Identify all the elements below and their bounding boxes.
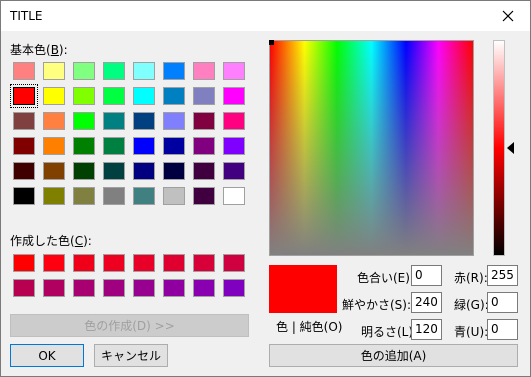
basic-color-swatch[interactable] xyxy=(193,62,215,80)
basic-color-swatch[interactable] xyxy=(43,62,65,80)
basic-color-swatch[interactable] xyxy=(133,62,155,80)
color-spectrum[interactable] xyxy=(269,40,474,256)
basic-color-swatch[interactable] xyxy=(133,162,155,180)
preview-label: 色 | 純色(O) xyxy=(276,320,343,334)
basic-color-swatch[interactable] xyxy=(43,187,65,205)
blue-field[interactable]: 0 xyxy=(487,319,518,340)
custom-color-swatch[interactable] xyxy=(43,254,65,272)
hue-field[interactable]: 0 xyxy=(411,265,442,286)
basic-color-swatch[interactable] xyxy=(103,112,125,130)
basic-color-swatch[interactable] xyxy=(73,62,95,80)
basic-color-swatch[interactable] xyxy=(73,187,95,205)
custom-color-swatch[interactable] xyxy=(193,279,215,297)
add-to-custom-colors-button[interactable]: 色の追加(A) xyxy=(269,344,518,367)
basic-color-swatch[interactable] xyxy=(163,187,185,205)
custom-color-swatch[interactable] xyxy=(193,254,215,272)
basic-color-swatch[interactable] xyxy=(133,112,155,130)
crosshair-icon xyxy=(269,40,274,45)
basic-color-swatch[interactable] xyxy=(133,87,155,105)
luminance-slider[interactable] xyxy=(493,40,505,256)
basic-color-swatch[interactable] xyxy=(43,137,65,155)
basic-color-swatch[interactable] xyxy=(103,187,125,205)
custom-color-swatch[interactable] xyxy=(163,254,185,272)
basic-color-swatch[interactable] xyxy=(163,87,185,105)
basic-color-swatch[interactable] xyxy=(193,87,215,105)
custom-color-swatch[interactable] xyxy=(103,254,125,272)
window-title: TITLE xyxy=(10,9,43,23)
basic-color-swatch[interactable] xyxy=(223,62,245,80)
custom-color-swatch[interactable] xyxy=(163,279,185,297)
luminance-field[interactable]: 120 xyxy=(411,319,442,340)
green-field[interactable]: 0 xyxy=(487,292,518,313)
basic-color-swatch[interactable] xyxy=(13,137,35,155)
saturation-field[interactable]: 240 xyxy=(411,292,442,313)
green-label: 緑(G): xyxy=(454,298,489,312)
basic-color-swatch[interactable] xyxy=(223,137,245,155)
color-preview xyxy=(269,265,337,313)
basic-color-swatch[interactable] xyxy=(10,84,38,108)
custom-color-swatch[interactable] xyxy=(73,254,95,272)
basic-color-swatch[interactable] xyxy=(223,112,245,130)
basic-color-swatch[interactable] xyxy=(223,87,245,105)
custom-color-swatch[interactable] xyxy=(103,279,125,297)
basic-color-swatch[interactable] xyxy=(43,112,65,130)
red-label: 赤(R): xyxy=(454,271,488,285)
basic-color-swatch[interactable] xyxy=(163,62,185,80)
luminance-arrow-icon[interactable] xyxy=(507,142,514,154)
close-button[interactable] xyxy=(486,1,530,31)
close-icon xyxy=(502,10,514,22)
basic-color-swatch[interactable] xyxy=(163,112,185,130)
basic-color-swatch[interactable] xyxy=(163,137,185,155)
ok-button[interactable]: OK xyxy=(10,344,84,367)
basic-colors-label: 基本色(B): xyxy=(10,43,68,57)
basic-color-swatch[interactable] xyxy=(13,112,35,130)
basic-color-swatch[interactable] xyxy=(193,112,215,130)
basic-color-swatch[interactable] xyxy=(103,162,125,180)
custom-color-swatch[interactable] xyxy=(43,279,65,297)
basic-color-swatch[interactable] xyxy=(73,87,95,105)
blue-label: 青(U): xyxy=(454,325,489,339)
basic-color-swatch[interactable] xyxy=(223,187,245,205)
basic-color-swatch[interactable] xyxy=(43,162,65,180)
custom-color-swatch[interactable] xyxy=(13,254,35,272)
hue-label: 色合い(E): xyxy=(357,271,414,285)
custom-color-swatch[interactable] xyxy=(223,279,245,297)
define-custom-colors-button[interactable]: 色の作成(D) >> xyxy=(10,314,249,337)
basic-color-swatch[interactable] xyxy=(13,162,35,180)
custom-colors-label: 作成した色(C): xyxy=(10,234,92,248)
title-bar: TITLE xyxy=(1,1,530,31)
basic-color-swatch[interactable] xyxy=(103,87,125,105)
basic-color-swatch[interactable] xyxy=(103,137,125,155)
custom-color-swatch[interactable] xyxy=(133,279,155,297)
cancel-button[interactable]: キャンセル xyxy=(94,344,168,367)
basic-color-swatch[interactable] xyxy=(133,137,155,155)
custom-color-swatch[interactable] xyxy=(133,254,155,272)
basic-color-swatch[interactable] xyxy=(163,162,185,180)
basic-color-swatch[interactable] xyxy=(223,162,245,180)
basic-color-swatch[interactable] xyxy=(103,62,125,80)
basic-color-swatch[interactable] xyxy=(43,87,65,105)
basic-color-swatch[interactable] xyxy=(73,162,95,180)
custom-color-swatch[interactable] xyxy=(73,279,95,297)
color-dialog: TITLE 基本色(B): 作成した色(C): 色の作成(D) >> OK キャ… xyxy=(0,0,531,377)
basic-color-swatch[interactable] xyxy=(193,162,215,180)
basic-color-swatch[interactable] xyxy=(193,137,215,155)
custom-color-swatch[interactable] xyxy=(13,279,35,297)
basic-color-swatch[interactable] xyxy=(193,187,215,205)
saturation-label: 鮮やかさ(S): xyxy=(342,298,412,312)
basic-color-swatch[interactable] xyxy=(13,62,35,80)
custom-color-swatch[interactable] xyxy=(223,254,245,272)
luminance-label: 明るさ(L): xyxy=(361,325,418,339)
basic-color-swatch[interactable] xyxy=(73,137,95,155)
basic-color-swatch[interactable] xyxy=(13,187,35,205)
basic-color-swatch[interactable] xyxy=(133,187,155,205)
red-field[interactable]: 255 xyxy=(487,265,518,286)
basic-color-swatch[interactable] xyxy=(73,112,95,130)
